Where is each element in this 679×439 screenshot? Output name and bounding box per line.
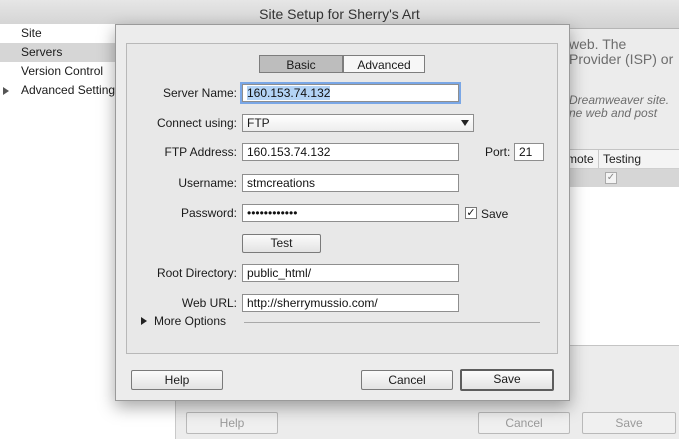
settings-panel: Basic Advanced Server Name: 160.153.74.1… — [126, 43, 558, 354]
web-url-value: http://sherrymussio.com/ — [247, 296, 378, 310]
sidebar-item-label: Advanced Settings — [21, 83, 122, 97]
password-value: •••••••••••• — [247, 206, 298, 220]
cancel-button[interactable]: Cancel — [361, 370, 453, 390]
background-text: ne web and post — [569, 106, 658, 120]
save-button-background[interactable]: Save — [582, 412, 676, 434]
column-header-testing[interactable]: Testing — [598, 150, 641, 168]
background-text: web. The — [569, 36, 627, 52]
server-setup-dialog: Basic Advanced Server Name: 160.153.74.1… — [115, 24, 570, 401]
help-button[interactable]: Help — [131, 370, 223, 390]
save-password-label: Save — [481, 207, 509, 221]
port-input[interactable]: 21 — [514, 143, 544, 161]
background-text: Provider (ISP) or — [569, 51, 674, 67]
connect-using-label: Connect using: — [156, 116, 237, 130]
tab-advanced[interactable]: Advanced — [343, 55, 425, 73]
sidebar-item-label: Version Control — [21, 64, 104, 78]
save-password-checkbox[interactable]: ✓ — [465, 207, 477, 219]
test-button[interactable]: Test — [242, 234, 321, 253]
server-name-label: Server Name: — [162, 86, 237, 100]
root-directory-value: public_html/ — [247, 266, 312, 280]
server-name-input[interactable]: 160.153.74.132 — [242, 84, 459, 102]
ftp-address-label: FTP Address: — [164, 145, 237, 159]
more-options-toggle[interactable]: More Options — [154, 314, 226, 328]
divider — [244, 322, 540, 323]
disclosure-triangle-icon[interactable] — [141, 317, 147, 325]
root-directory-input[interactable]: public_html/ — [242, 264, 459, 282]
username-value: stmcreations — [247, 176, 316, 190]
sidebar-item-label: Servers — [21, 45, 63, 59]
background-text: Dreamweaver site. — [569, 93, 670, 107]
cancel-button-background[interactable]: Cancel — [478, 412, 570, 434]
port-value: 21 — [519, 145, 533, 159]
username-input[interactable]: stmcreations — [242, 174, 459, 192]
tab-basic[interactable]: Basic — [259, 55, 343, 73]
chevron-down-icon — [461, 120, 469, 126]
sidebar-item-label: Site — [21, 26, 42, 40]
web-url-label: Web URL: — [181, 296, 237, 310]
column-header-remote[interactable]: mote — [567, 150, 594, 168]
server-name-value: 160.153.74.132 — [247, 86, 331, 100]
help-button-background[interactable]: Help — [186, 412, 278, 434]
connect-using-value: FTP — [247, 116, 270, 130]
username-label: Username: — [178, 176, 237, 190]
root-directory-label: Root Directory: — [156, 266, 237, 280]
testing-checkbox[interactable]: ✓ — [605, 172, 617, 184]
password-input[interactable]: •••••••••••• — [242, 204, 459, 222]
password-label: Password: — [180, 206, 237, 220]
web-url-input[interactable]: http://sherrymussio.com/ — [242, 294, 459, 312]
ftp-address-input[interactable]: 160.153.74.132 — [242, 143, 459, 161]
save-button[interactable]: Save — [460, 369, 554, 391]
port-label: Port: — [485, 145, 511, 159]
disclosure-triangle-icon[interactable] — [3, 87, 9, 95]
connect-using-select[interactable]: FTP — [242, 114, 474, 132]
ftp-address-value: 160.153.74.132 — [247, 145, 331, 159]
table-row[interactable]: ✓ — [567, 169, 679, 187]
servers-table: mote Testing ✓ — [566, 149, 679, 346]
